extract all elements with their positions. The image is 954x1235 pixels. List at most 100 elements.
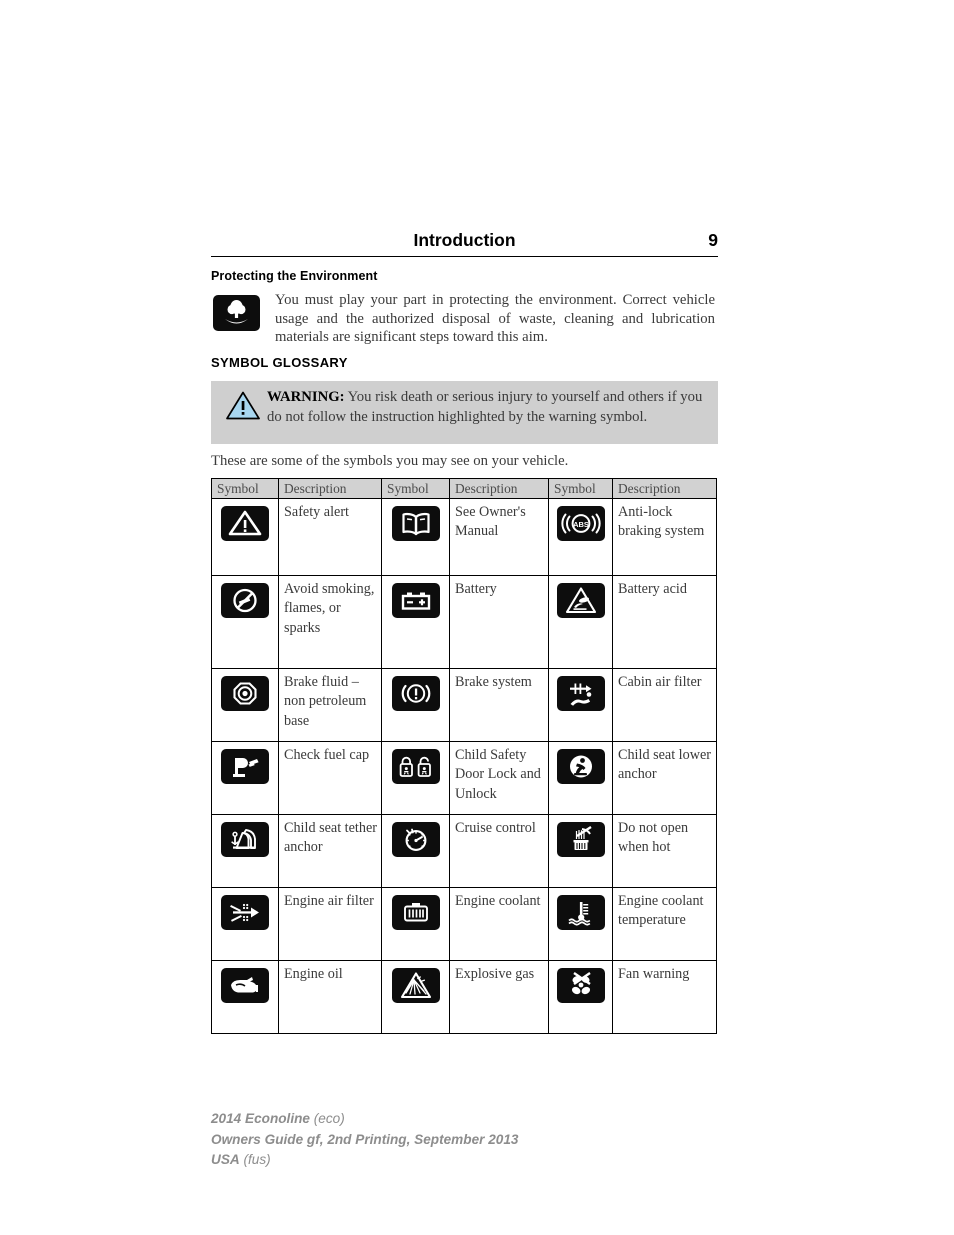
section-heading-symbol-glossary: SYMBOL GLOSSARY [211,355,348,370]
cruise-control-icon [391,822,440,857]
header-divider [211,256,718,258]
symbol-cell [381,814,450,888]
brake-system-icon [391,676,440,711]
tree-environment-icon [213,295,260,331]
symbol-cell [211,498,279,576]
table-row: Child seat tether anchor Cruise control … [211,814,717,888]
safety-alert-icon [221,506,269,541]
description-cell: Fan warning [612,960,717,1034]
symbol-cell [548,575,613,669]
warning-triangle-icon [226,391,260,420]
column-header-symbol-3: Symbol [548,478,613,499]
description-cell: Check fuel cap [278,741,382,815]
svg-text:ABS: ABS [573,520,589,529]
description-cell: Battery [449,575,549,669]
description-cell: Do not open when hot [612,814,717,888]
column-header-description-1: Description [278,478,382,499]
symbol-cell [548,668,613,742]
description-cell: Brake fluid – non petroleum base [278,668,382,742]
explosive-gas-icon [391,968,440,1003]
environment-body-text: You must play your part in protecting th… [275,292,715,346]
symbol-cell: ABS [548,498,613,576]
engine-coolant-temperature-icon [556,895,605,930]
symbol-cell [381,498,450,576]
page-title: Introduction [413,230,516,250]
section-heading-environment: Protecting the Environment [211,269,378,283]
footer-printing-info: Owners Guide gf, 2nd Printing, September… [211,1131,519,1147]
symbol-cell [381,575,450,669]
column-header-description-2: Description [449,478,549,499]
description-cell: Cruise control [449,814,549,888]
engine-air-filter-icon [221,895,269,930]
symbol-cell [211,741,279,815]
do-not-open-when-hot-icon [556,822,605,857]
table-row: Engine air filter Engine coolant Engine … [211,887,717,961]
symbol-cell [548,741,613,815]
warning-callout: WARNING: You risk death or serious injur… [211,381,718,444]
description-cell: Engine coolant temperature [612,887,717,961]
footer-market-code: (fus) [243,1152,271,1167]
symbol-cell [211,960,279,1034]
footer-line-1: 2014 Econoline (eco) [211,1109,518,1130]
engine-coolant-icon [391,895,440,930]
environment-note: You must play your part in protecting th… [211,291,718,347]
engine-oil-icon [221,968,269,1003]
symbol-cell [381,741,450,815]
symbol-cell [381,960,450,1034]
symbol-cell [548,887,613,961]
description-cell: Anti-lock braking system [612,498,717,576]
description-cell: Child Safety Door Lock and Unlock [449,741,549,815]
table-row: Safety alert See Owner's Manual ABS Anti… [211,498,717,576]
child-seat-lower-anchor-icon [556,749,605,784]
symbol-cell [211,668,279,742]
description-cell: Child seat tether anchor [278,814,382,888]
anti-lock-braking-system-icon: ABS [556,506,605,541]
description-cell: Cabin air filter [612,668,717,742]
symbol-cell [211,887,279,961]
see-owners-manual-icon [391,506,440,541]
symbol-cell [381,887,450,961]
footer-model-code: (eco) [313,1111,345,1126]
glossary-intro-text: These are some of the symbols you may se… [211,453,569,469]
description-cell: Brake system [449,668,549,742]
footer-market: USA [211,1152,240,1167]
description-cell: Explosive gas [449,960,549,1034]
symbol-cell [211,814,279,888]
page-number: 9 [708,230,718,250]
cabin-air-filter-icon [556,676,605,711]
footer-model: 2014 Econoline [211,1111,310,1126]
warning-text: WARNING: You risk death or serious injur… [219,388,710,427]
description-cell: Engine coolant [449,887,549,961]
column-header-symbol-1: Symbol [211,478,279,499]
battery-icon [391,583,440,618]
symbol-glossary-table: Symbol Description Symbol Description Sy… [211,478,717,1034]
table-row: Engine oil Explosive gas Fan warning [211,960,717,1034]
table-row: Check fuel cap Child Safety Door Lock an… [211,741,717,815]
symbol-cell [211,575,279,669]
description-cell: Engine air filter [278,887,382,961]
page-header: Introduction 9 [211,228,718,258]
description-cell: Avoid smoking, flames, or sparks [278,575,382,669]
symbol-cell [381,668,450,742]
brake-fluid-non-petroleum-icon [221,676,269,711]
description-cell: Engine oil [278,960,382,1034]
description-cell: Battery acid [612,575,717,669]
child-seat-tether-anchor-icon [221,822,269,857]
description-cell: Child seat lower anchor [612,741,717,815]
description-cell: Safety alert [278,498,382,576]
warning-label: WARNING: [267,389,345,405]
footer-line-2: Owners Guide gf, 2nd Printing, September… [211,1130,518,1151]
column-header-description-3: Description [612,478,717,499]
page-footer: 2014 Econoline (eco) Owners Guide gf, 2n… [211,1109,518,1171]
table-header-row: Symbol Description Symbol Description Sy… [211,478,717,499]
symbol-cell [548,814,613,888]
check-fuel-cap-icon [221,749,269,784]
table-row: Avoid smoking, flames, or sparks Battery… [211,575,717,669]
description-cell: See Owner's Manual [449,498,549,576]
battery-acid-icon [556,583,605,618]
footer-line-3: USA (fus) [211,1150,518,1171]
table-row: Brake fluid – non petroleum base Brake s… [211,668,717,742]
symbol-cell [548,960,613,1034]
child-safety-door-lock-unlock-icon [391,749,440,784]
fan-warning-icon [556,968,605,1003]
